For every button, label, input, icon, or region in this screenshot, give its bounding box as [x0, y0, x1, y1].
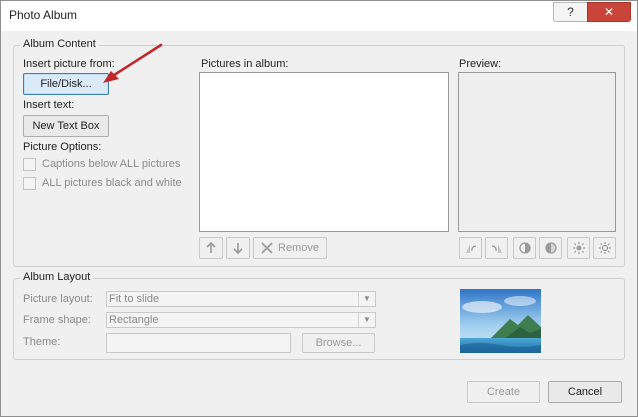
- contrast-less-icon: [544, 242, 557, 254]
- black-white-checkbox[interactable]: [23, 177, 36, 190]
- create-button[interactable]: Create: [467, 381, 540, 403]
- arrow-up-icon: [206, 241, 216, 253]
- rotate-right-button[interactable]: [485, 237, 508, 259]
- contrast-more-icon: [518, 242, 531, 254]
- new-text-box-button[interactable]: New Text Box: [23, 115, 109, 137]
- create-button-label: Create: [486, 386, 521, 398]
- brightness-less-icon: [598, 242, 611, 254]
- album-layout-legend: Album Layout: [20, 271, 94, 283]
- picture-layout-label: Picture layout:: [23, 293, 93, 305]
- chevron-down-icon: ▼: [358, 313, 375, 327]
- brightness-less-button[interactable]: [593, 237, 616, 259]
- picture-layout-select[interactable]: Fit to slide ▼: [106, 291, 376, 307]
- black-white-label: ALL pictures black and white: [42, 177, 182, 189]
- annotation-arrow-icon: [103, 43, 163, 83]
- brightness-more-button[interactable]: [567, 237, 590, 259]
- help-icon: ?: [567, 5, 574, 19]
- preview-pane: [458, 72, 616, 232]
- pictures-in-album-list[interactable]: [199, 72, 449, 232]
- browse-button[interactable]: Browse...: [302, 333, 375, 353]
- frame-shape-label: Frame shape:: [23, 314, 91, 326]
- close-icon: ✕: [603, 5, 615, 19]
- remove-button[interactable]: Remove: [253, 237, 327, 259]
- contrast-more-button[interactable]: [513, 237, 536, 259]
- layout-preview-thumbnail: [460, 289, 541, 353]
- dialog-title: Photo Album: [9, 8, 78, 22]
- picture-layout-value: Fit to slide: [109, 293, 160, 305]
- theme-input[interactable]: [106, 333, 291, 353]
- remove-button-label: Remove: [278, 242, 319, 254]
- title-bar: Photo Album ? ✕: [1, 1, 637, 31]
- insert-text-label: Insert text:: [23, 99, 75, 111]
- landscape-image: [460, 289, 541, 353]
- new-text-box-button-label: New Text Box: [32, 120, 100, 132]
- close-button[interactable]: ✕: [587, 2, 631, 22]
- contrast-less-button[interactable]: [539, 237, 562, 259]
- chevron-down-icon: ▼: [358, 292, 375, 306]
- pictures-in-album-label: Pictures in album:: [201, 58, 289, 70]
- move-down-button[interactable]: [226, 237, 250, 259]
- frame-shape-value: Rectangle: [109, 314, 159, 326]
- captions-below-checkbox[interactable]: [23, 158, 36, 171]
- rotate-left-icon: [465, 244, 476, 253]
- album-content-legend: Album Content: [20, 38, 99, 50]
- cancel-button[interactable]: Cancel: [548, 381, 622, 403]
- captions-below-label: Captions below ALL pictures: [42, 158, 181, 170]
- rotate-right-icon: [491, 244, 502, 253]
- photo-album-dialog: Photo Album ? ✕ Album Content Insert pic…: [0, 0, 638, 417]
- browse-button-label: Browse...: [315, 337, 362, 349]
- preview-label: Preview:: [459, 58, 502, 70]
- frame-shape-select[interactable]: Rectangle ▼: [106, 312, 376, 328]
- help-button[interactable]: ?: [553, 2, 587, 22]
- theme-label: Theme:: [23, 336, 61, 348]
- file-disk-button-label: File/Disk...: [40, 78, 92, 90]
- rotate-left-button[interactable]: [459, 237, 482, 259]
- arrow-down-icon: [233, 243, 243, 255]
- move-up-button[interactable]: [199, 237, 223, 259]
- picture-options-label: Picture Options:: [23, 141, 102, 153]
- remove-x-icon: [261, 242, 273, 254]
- brightness-more-icon: [572, 242, 585, 254]
- cancel-button-label: Cancel: [567, 386, 603, 398]
